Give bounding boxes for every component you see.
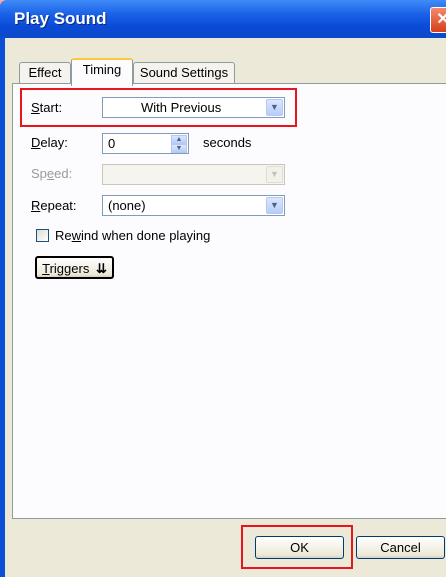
start-dropdown[interactable]: With Previous ▼ [102,97,285,118]
rewind-label[interactable]: Rewind when done playing [55,228,210,243]
spin-up-icon[interactable]: ▲ [171,135,187,144]
delay-unit-label: seconds [203,135,252,150]
delay-value: 0 [108,136,116,151]
ok-label: OK [290,540,309,555]
start-value: With Previous [141,100,222,115]
cancel-button[interactable]: Cancel [356,536,445,559]
play-sound-dialog: Play Sound ✕ Effect Timing Sound Setting… [0,0,446,577]
tab-effect[interactable]: Effect [19,62,71,84]
close-button[interactable]: ✕ [430,7,446,33]
title-bar[interactable]: Play Sound ✕ [0,0,446,38]
delay-label: Delay: [31,135,68,150]
tab-effect-label: Effect [28,65,62,80]
triggers-button[interactable]: Triggers ⇊ [35,256,114,279]
dropdown-arrow-icon[interactable]: ▼ [266,197,283,214]
dropdown-arrow-icon[interactable]: ▼ [266,99,283,116]
tab-sound-settings[interactable]: Sound Settings [133,62,235,84]
ok-button[interactable]: OK [255,536,344,559]
repeat-label: Repeat: [31,198,77,213]
cancel-label: Cancel [380,540,421,555]
delay-spinner[interactable]: 0 ▲ ▼ [102,133,189,154]
dialog-title: Play Sound [14,9,107,28]
tab-sound-settings-label: Sound Settings [139,65,229,80]
rewind-checkbox[interactable] [36,229,49,242]
speed-dropdown: ▼ [102,164,285,185]
tab-timing[interactable]: Timing [71,58,133,86]
start-label: Start: [31,100,63,115]
repeat-dropdown[interactable]: (none) ▼ [102,195,285,216]
timing-tab-panel: Start: With Previous ▼ Delay: 0 ▲ ▼ seco… [12,83,446,519]
repeat-value: (none) [108,198,146,213]
dialog-client-area: Effect Timing Sound Settings Start: With… [5,38,446,577]
double-chevron-down-icon: ⇊ [95,261,107,276]
tab-timing-label: Timing [82,62,122,77]
triggers-label: Triggers [42,261,90,276]
dropdown-arrow-icon: ▼ [266,166,283,183]
spin-down-icon[interactable]: ▼ [171,144,187,153]
speed-label: Speed: [31,166,73,181]
